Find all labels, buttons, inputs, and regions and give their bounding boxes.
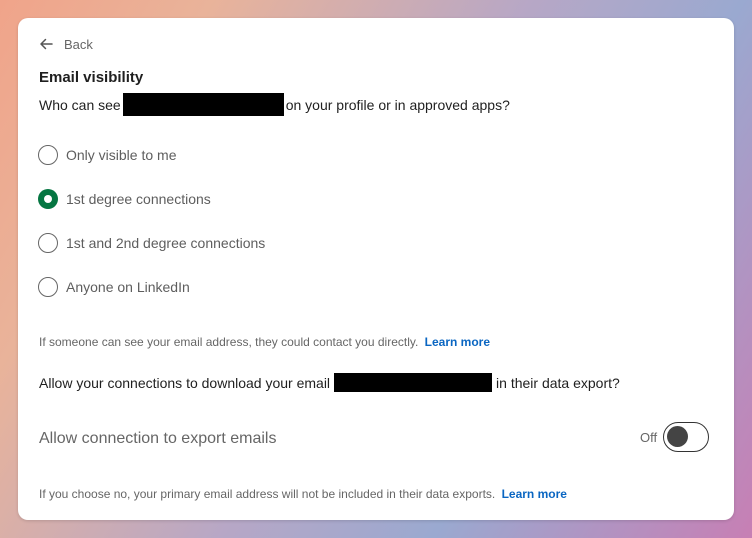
radio-option-anyone[interactable]: Anyone on LinkedIn — [38, 277, 190, 297]
redacted-email — [334, 373, 493, 392]
contact-note-text: If someone can see your email address, t… — [39, 335, 419, 349]
radio-label: 1st degree connections — [66, 191, 211, 207]
export-toggle-group: Off — [640, 422, 710, 452]
radio-label: 1st and 2nd degree connections — [66, 235, 266, 251]
settings-card: Back Email visibility Who can see on you… — [18, 18, 734, 520]
radio-label: Only visible to me — [66, 147, 177, 163]
back-button[interactable]: Back — [38, 36, 93, 52]
learn-more-link[interactable]: Learn more — [425, 335, 490, 349]
toggle-knob — [667, 426, 689, 447]
radio-button[interactable] — [38, 233, 58, 253]
export-note-text: If you choose no, your primary email add… — [39, 487, 496, 501]
visibility-question: Who can see on your profile or in approv… — [39, 93, 510, 116]
export-emails-toggle[interactable] — [663, 422, 710, 452]
redacted-email — [122, 93, 284, 116]
question-prefix: Who can see — [39, 96, 121, 113]
radio-button[interactable] — [38, 145, 58, 165]
radio-label: Anyone on LinkedIn — [66, 279, 190, 295]
radio-option-1st-degree[interactable]: 1st degree connections — [38, 189, 211, 209]
toggle-state-label: Off — [640, 429, 658, 445]
download-prefix: Allow your connections to download your … — [39, 374, 331, 391]
radio-button-selected[interactable] — [38, 189, 58, 209]
radio-button[interactable] — [38, 277, 58, 297]
contact-note: If someone can see your email address, t… — [39, 335, 490, 349]
download-question: Allow your connections to download your … — [39, 373, 620, 392]
export-note: If you choose no, your primary email add… — [39, 487, 567, 501]
section-title: Email visibility — [39, 69, 144, 86]
download-suffix: in their data export? — [496, 374, 620, 391]
export-toggle-label: Allow connection to export emails — [39, 430, 277, 447]
arrow-left-icon — [40, 38, 53, 50]
back-label: Back — [64, 36, 93, 52]
radio-option-1st-2nd-degree[interactable]: 1st and 2nd degree connections — [38, 233, 265, 253]
radio-option-only-me[interactable]: Only visible to me — [38, 145, 176, 165]
question-suffix: on your profile or in approved apps? — [285, 96, 510, 113]
learn-more-link[interactable]: Learn more — [502, 487, 567, 501]
